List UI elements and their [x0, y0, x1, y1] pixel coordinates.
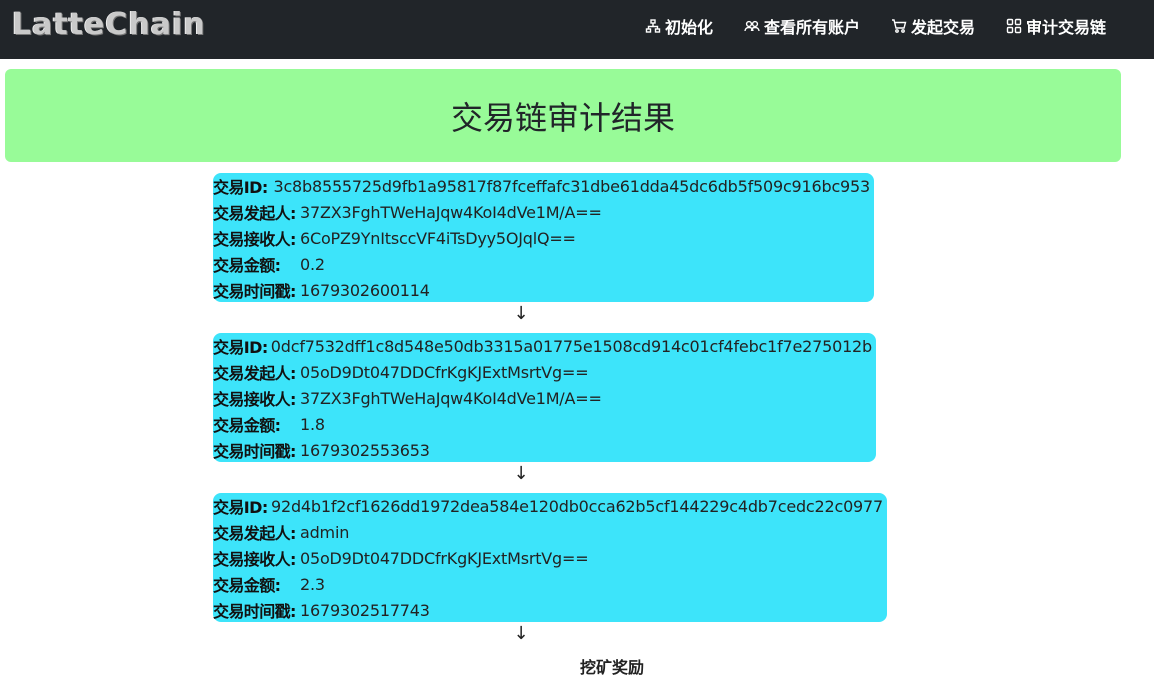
transaction-card: 交易ID: 92d4b1f2cf1626dd1972dea584e120db0c… — [213, 493, 887, 622]
tx-amount-row: 交易金额: 2.3 — [213, 571, 883, 597]
tx-timestamp-value: 1679302517743 — [300, 600, 430, 620]
tx-amount-row: 交易金额: 1.8 — [213, 411, 872, 437]
tx-sender-label: 交易发起人: — [213, 364, 296, 383]
tx-timestamp-value: 1679302600114 — [300, 280, 430, 300]
tx-amount-label: 交易金额: — [213, 256, 281, 275]
people-icon — [744, 20, 760, 32]
tx-timestamp-row: 交易时间戳: 1679302553653 — [213, 437, 872, 463]
nav-item-label: 查看所有账户 — [763, 18, 860, 37]
hero-banner: 交易链审计结果 — [5, 69, 1121, 162]
page-title: 交易链审计结果 — [450, 98, 675, 137]
tx-receiver-value: 37ZX3FghTWeHaJqw4KoI4dVe1M/A== — [300, 388, 602, 408]
nav-item-label: 初始化 — [664, 18, 713, 37]
tx-timestamp-value: 1679302553653 — [300, 440, 430, 460]
tx-amount-value: 0.2 — [300, 254, 325, 274]
nav-item-transaction[interactable]: 发起交易 — [891, 14, 975, 38]
tx-id-row: 交易ID: 92d4b1f2cf1626dd1972dea584e120db0c… — [213, 493, 883, 519]
tx-receiver-label: 交易接收人: — [213, 550, 296, 569]
cart-icon — [891, 19, 907, 33]
tx-id-row: 交易ID: 0dcf7532dff1c8d548e50db3315a01775e… — [213, 333, 872, 359]
mining-reward-label: 挖矿奖励 — [580, 658, 645, 677]
tx-receiver-row: 交易接收人: 6CoPZ9YnItsccVF4iTsDyy5OJqlQ== — [213, 225, 870, 251]
tx-receiver-row: 交易接收人: 05oD9Dt047DDCfrKgKJExtMsrtVg== — [213, 545, 883, 571]
tx-amount-row: 交易金额: 0.2 — [213, 251, 870, 277]
tx-id-label: 交易ID: — [213, 178, 268, 197]
sitemap-icon — [645, 19, 661, 33]
tx-sender-row: 交易发起人: 37ZX3FghTWeHaJqw4KoI4dVe1M/A== — [213, 199, 870, 225]
tx-id-value: 92d4b1f2cf1626dd1972dea584e120db0cca62b5… — [271, 496, 883, 516]
tx-timestamp-row: 交易时间戳: 1679302600114 — [213, 277, 870, 303]
tx-receiver-value: 05oD9Dt047DDCfrKgKJExtMsrtVg== — [300, 548, 589, 568]
transaction-card: 交易ID: 3c8b8555725d9fb1a95817f87fceffafc3… — [213, 173, 874, 302]
tx-timestamp-label: 交易时间戳: — [213, 282, 296, 301]
nav-item-init[interactable]: 初始化 — [645, 14, 713, 38]
nav-item-accounts[interactable]: 查看所有账户 — [744, 14, 860, 38]
tx-id-row: 交易ID: 3c8b8555725d9fb1a95817f87fceffafc3… — [213, 173, 870, 199]
tx-id-label: 交易ID: — [213, 498, 268, 517]
chain-arrow: ↓ — [513, 623, 529, 644]
tx-sender-row: 交易发起人: admin — [213, 519, 883, 545]
brand-logo[interactable]: LatteChain — [12, 7, 206, 42]
tx-amount-value: 1.8 — [300, 414, 325, 434]
tx-sender-row: 交易发起人: 05oD9Dt047DDCfrKgKJExtMsrtVg== — [213, 359, 872, 385]
navbar: LatteChain 初始化 查看所有账户 发起交易 审计交易链 — [0, 0, 1154, 59]
tx-timestamp-row: 交易时间戳: 1679302517743 — [213, 597, 883, 623]
tx-receiver-label: 交易接收人: — [213, 230, 296, 249]
tx-id-value: 0dcf7532dff1c8d548e50db3315a01775e1508cd… — [270, 336, 872, 356]
tx-id-value: 3c8b8555725d9fb1a95817f87fceffafc31dbe61… — [273, 176, 870, 196]
tx-timestamp-label: 交易时间戳: — [213, 602, 296, 621]
tx-amount-label: 交易金额: — [213, 416, 281, 435]
tx-sender-value: 37ZX3FghTWeHaJqw4KoI4dVe1M/A== — [300, 202, 602, 222]
tx-sender-value: admin — [300, 522, 350, 542]
nav-menu: 初始化 查看所有账户 发起交易 审计交易链 — [645, 0, 1106, 52]
chain-arrow: ↓ — [513, 463, 529, 484]
tx-receiver-row: 交易接收人: 37ZX3FghTWeHaJqw4KoI4dVe1M/A== — [213, 385, 872, 411]
tx-amount-label: 交易金额: — [213, 576, 281, 595]
tx-sender-label: 交易发起人: — [213, 524, 296, 543]
chain-arrow: ↓ — [513, 303, 529, 324]
grid-icon — [1006, 18, 1022, 34]
tx-sender-label: 交易发起人: — [213, 204, 296, 223]
nav-item-audit[interactable]: 审计交易链 — [1006, 14, 1106, 38]
transaction-card: 交易ID: 0dcf7532dff1c8d548e50db3315a01775e… — [213, 333, 876, 462]
tx-timestamp-label: 交易时间戳: — [213, 442, 296, 461]
nav-item-label: 发起交易 — [910, 18, 975, 37]
tx-receiver-value: 6CoPZ9YnItsccVF4iTsDyy5OJqlQ== — [300, 228, 576, 248]
nav-item-label: 审计交易链 — [1025, 18, 1106, 37]
tx-amount-value: 2.3 — [300, 574, 325, 594]
tx-id-label: 交易ID: — [213, 338, 268, 357]
tx-sender-value: 05oD9Dt047DDCfrKgKJExtMsrtVg== — [300, 362, 589, 382]
tx-receiver-label: 交易接收人: — [213, 390, 296, 409]
